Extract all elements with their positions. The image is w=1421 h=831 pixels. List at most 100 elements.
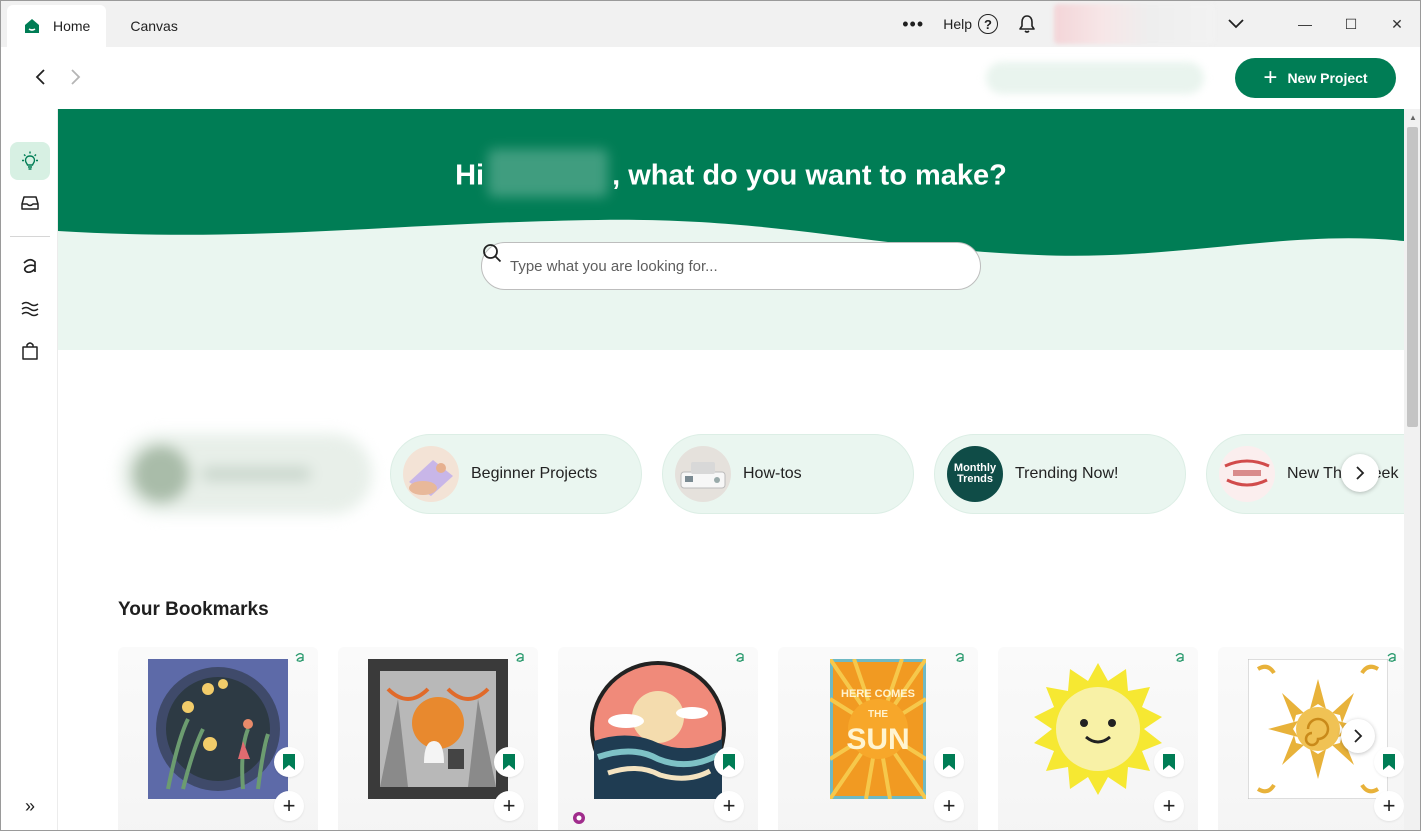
rail-item-inbox[interactable] xyxy=(10,184,50,222)
bookmark-toggle[interactable] xyxy=(1154,747,1184,777)
add-to-project-button[interactable]: + xyxy=(1154,791,1184,821)
minimize-icon: — xyxy=(1298,16,1312,32)
category-label-redacted xyxy=(201,467,311,481)
bookmark-card[interactable]: + xyxy=(118,647,318,830)
close-button[interactable]: ✕ xyxy=(1374,1,1420,47)
back-button[interactable] xyxy=(29,65,53,89)
beginner-thumb xyxy=(403,446,459,502)
poster-text-line-2: THE xyxy=(868,709,888,720)
app-window: Home Canvas ••• Help ? — ☐ ✕ + New Proje… xyxy=(0,0,1421,831)
nav-row: + New Project xyxy=(1,47,1420,109)
help-button[interactable]: Help ? xyxy=(943,1,998,47)
inbox-icon xyxy=(21,196,39,210)
scrollbar-thumb[interactable] xyxy=(1407,127,1418,427)
notifications-button[interactable] xyxy=(1010,1,1044,47)
new-project-button[interactable]: + New Project xyxy=(1235,58,1396,98)
ghost-forest-shadowbox-image xyxy=(368,659,508,799)
tab-home[interactable]: Home xyxy=(7,5,107,47)
plus-icon: + xyxy=(722,793,736,818)
plus-icon: + xyxy=(1263,64,1278,91)
add-to-project-button[interactable]: + xyxy=(494,791,524,821)
plus-icon: + xyxy=(1162,793,1176,818)
monthly-trends-thumb: Monthly Trends xyxy=(947,446,1003,502)
rail-expand-button[interactable]: » xyxy=(10,787,50,825)
account-menu[interactable] xyxy=(1054,4,1214,44)
add-to-project-button[interactable]: + xyxy=(1374,791,1404,821)
help-label: Help xyxy=(943,16,972,32)
title-bar: Home Canvas ••• Help ? — ☐ ✕ xyxy=(1,1,1420,47)
bookmark-toggle[interactable] xyxy=(494,747,524,777)
title-bar-actions: ••• Help ? — ☐ ✕ xyxy=(893,1,1420,47)
main-content: Hi , what do you want to make? Type what … xyxy=(58,109,1404,830)
rail-divider xyxy=(10,236,50,237)
categories-next-button[interactable] xyxy=(1341,454,1379,492)
bookmarks-next-button[interactable] xyxy=(1341,719,1375,753)
tab-home-label: Home xyxy=(53,18,91,34)
bookmark-toggle[interactable] xyxy=(1374,747,1404,777)
maximize-icon: ☐ xyxy=(1344,15,1358,32)
rail-item-access[interactable] xyxy=(10,247,50,285)
access-icon xyxy=(515,653,524,662)
add-to-project-button[interactable]: + xyxy=(934,791,964,821)
bookmark-icon xyxy=(943,754,955,770)
chevron-right-icon xyxy=(71,69,81,85)
vertical-scrollbar[interactable]: ▲ xyxy=(1404,109,1420,830)
access-icon xyxy=(955,653,964,662)
bookmark-card[interactable]: + xyxy=(338,647,538,830)
rail-item-inspiration[interactable] xyxy=(10,142,50,180)
more-menu-button[interactable]: ••• xyxy=(893,1,933,47)
bookmark-card[interactable]: + xyxy=(998,647,1198,830)
bookmark-icon xyxy=(503,754,515,770)
minimize-button[interactable]: — xyxy=(1282,1,1328,47)
poster-text-line-1: HERE COMES xyxy=(841,688,915,700)
search-box[interactable] xyxy=(481,242,981,290)
plus-icon: + xyxy=(502,793,516,818)
user-name-redacted xyxy=(488,149,609,197)
bookmark-card[interactable]: HERE COMES THE SUN + xyxy=(778,647,978,830)
tab-canvas-label: Canvas xyxy=(130,18,178,34)
shopping-bag-icon xyxy=(22,342,38,360)
greeting-prefix: Hi xyxy=(455,159,485,192)
category-pill-how-tos[interactable]: How-tos xyxy=(662,434,914,514)
more-icon: ••• xyxy=(902,13,925,34)
hero-wave-background xyxy=(58,109,1404,350)
category-pill-trending[interactable]: Monthly Trends Trending Now! xyxy=(934,434,1186,514)
tab-canvas[interactable]: Canvas xyxy=(114,5,193,47)
add-to-project-button[interactable]: + xyxy=(274,791,304,821)
home-icon xyxy=(25,19,39,33)
bookmark-card[interactable]: + xyxy=(1218,647,1404,830)
poster-text-line-3: SUN xyxy=(846,723,909,756)
access-icon xyxy=(735,653,744,662)
category-thumb xyxy=(133,446,189,502)
rail-item-materials[interactable] xyxy=(10,290,50,328)
bookmark-icon xyxy=(283,754,295,770)
bookmark-toggle[interactable] xyxy=(714,747,744,777)
monthly-trends-text: Monthly Trends xyxy=(953,462,997,485)
scroll-up-icon[interactable]: ▲ xyxy=(1408,113,1418,123)
maximize-button[interactable]: ☐ xyxy=(1328,1,1374,47)
account-dropdown-button[interactable] xyxy=(1222,1,1250,47)
bookmark-toggle[interactable] xyxy=(934,747,964,777)
here-comes-the-sun-poster-image: HERE COMES THE SUN xyxy=(830,659,926,799)
smiling-sun-image xyxy=(1034,663,1162,795)
access-icon xyxy=(1175,653,1184,662)
flower-badge-icon xyxy=(573,812,585,824)
add-to-project-button[interactable]: + xyxy=(714,791,744,821)
fairy-shadowbox-image xyxy=(148,659,288,799)
category-pill-redacted[interactable] xyxy=(120,434,372,514)
bookmark-toggle[interactable] xyxy=(274,747,304,777)
plus-icon: + xyxy=(1382,793,1396,818)
chevron-left-icon xyxy=(35,69,45,85)
bookmark-card[interactable]: + xyxy=(558,647,758,830)
forward-button[interactable] xyxy=(63,65,87,89)
rail-item-shop[interactable] xyxy=(10,332,50,370)
greeting-suffix: , what do you want to make? xyxy=(612,159,1007,192)
hero-banner: Hi , what do you want to make? xyxy=(58,109,1404,350)
plus-icon: + xyxy=(282,793,296,818)
lightbulb-icon xyxy=(22,151,38,170)
access-icon xyxy=(295,653,304,662)
sunset-waves-circle-image xyxy=(590,661,726,799)
category-pill-beginner-projects[interactable]: Beginner Projects xyxy=(390,434,642,514)
chevron-down-icon xyxy=(1228,19,1244,29)
search-input[interactable] xyxy=(510,257,930,275)
